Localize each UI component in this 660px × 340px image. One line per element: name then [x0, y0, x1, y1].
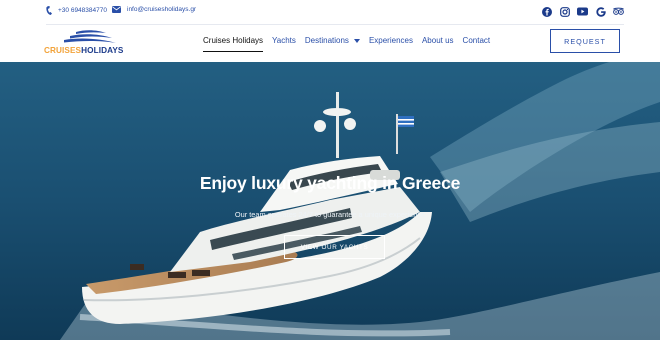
main-nav: Cruises Holidays Yachts Destinations Exp…	[203, 36, 499, 52]
tripadvisor-icon[interactable]	[613, 6, 624, 17]
hero-banner: Enjoy luxury yachting in Greece Our team…	[0, 62, 660, 340]
nav-yachts[interactable]: Yachts	[272, 36, 296, 45]
phone-number: +30 6948384770	[58, 7, 107, 14]
social-links	[541, 6, 624, 17]
phone-icon	[46, 6, 52, 15]
hero-yacht-image	[0, 62, 660, 340]
site-logo[interactable]: CRUISESHOLIDAYS	[44, 29, 128, 57]
instagram-icon[interactable]	[559, 6, 570, 17]
nav-destinations[interactable]: Destinations	[305, 36, 360, 45]
nav-cruises-holidays[interactable]: Cruises Holidays	[203, 36, 264, 52]
nav-about-us[interactable]: About us	[422, 36, 454, 45]
nav-destinations-label: Destinations	[304, 36, 349, 45]
top-contact-bar: +30 6948384770 info@cruisesholidays.gr	[0, 0, 660, 24]
hero-subtitle: Our team operates 24/7 to guarantee a un…	[234, 210, 426, 219]
boat-logo-mark	[64, 30, 116, 43]
request-button[interactable]: REQUEST	[550, 29, 620, 53]
caret-down-icon	[353, 38, 360, 43]
hero-title: Enjoy luxury yachting in Greece	[199, 173, 461, 193]
view-yachts-button[interactable]: VIEW OUR YACHTS	[284, 235, 385, 259]
nav-experiences[interactable]: Experiences	[369, 36, 413, 45]
google-icon[interactable]	[595, 6, 606, 17]
phone-link[interactable]: +30 6948384770	[46, 6, 107, 15]
logo-wordmark: CRUISESHOLIDAYS	[44, 46, 124, 55]
youtube-icon[interactable]	[577, 6, 588, 17]
email-address: info@cruisesholidays.gr	[127, 6, 197, 13]
envelope-icon	[112, 6, 121, 13]
nav-contact[interactable]: Contact	[463, 36, 491, 45]
facebook-icon[interactable]	[541, 6, 552, 17]
email-link[interactable]: info@cruisesholidays.gr	[112, 6, 196, 13]
main-header: CRUISESHOLIDAYS Cruises Holidays Yachts …	[0, 25, 660, 62]
